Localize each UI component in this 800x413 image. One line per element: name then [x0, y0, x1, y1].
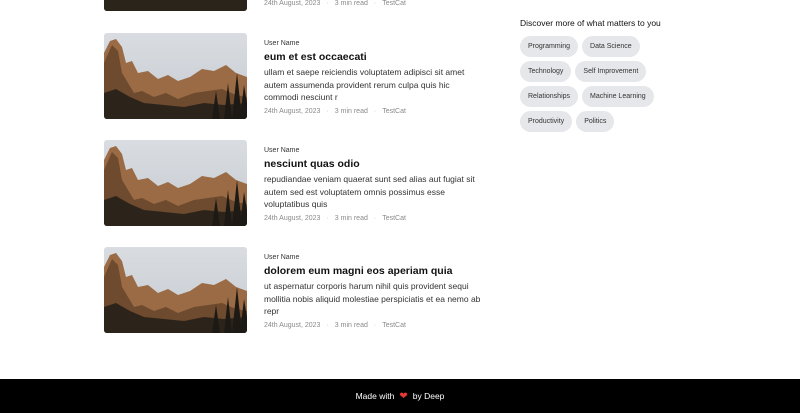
read-time: 3 min read [334, 107, 368, 115]
post-meta: 24th August, 2023 · 3 min read · TestCat [264, 214, 484, 224]
post-feed: 24th August, 2023 · 3 min read · TestCat [0, 0, 800, 379]
read-time: 3 min read [334, 214, 368, 222]
post-meta: 24th August, 2023 · 3 min read · TestCat [264, 107, 484, 117]
separator-dot: · [326, 321, 329, 329]
post-title[interactable]: dolorem eum magni eos aperiam quia [264, 264, 484, 278]
post-category[interactable]: TestCat [382, 107, 406, 117]
post-content: User Name eum et est occaecati ullam et … [264, 33, 484, 117]
read-time: 3 min read [334, 0, 368, 7]
heart-icon: ❤ [399, 390, 408, 402]
partial-post[interactable]: 24th August, 2023 · 3 min read · TestCat [104, 0, 484, 12]
separator-dot: · [326, 107, 329, 115]
mountain-image [104, 0, 247, 11]
post-category[interactable]: TestCat [382, 321, 406, 331]
post-excerpt: ut aspernatur corporis harum nihil quis … [264, 281, 481, 316]
post-date: 24th August, 2023 [264, 0, 321, 7]
footer-prefix: Made with [355, 391, 395, 401]
separator-dot: · [373, 107, 377, 115]
post-category[interactable]: TestCat [382, 214, 406, 224]
author-name[interactable]: User Name [264, 253, 484, 262]
post-thumbnail[interactable] [104, 140, 247, 226]
post-date: 24th August, 2023 [264, 214, 321, 222]
sidebar-title: Discover more of what matters to you [520, 18, 661, 28]
post-card[interactable]: User Name dolorem eum magni eos aperiam … [104, 247, 484, 333]
post-card[interactable]: User Name eum et est occaecati ullam et … [104, 33, 484, 119]
topic-chip-data-science[interactable]: Data Science [582, 36, 640, 57]
site-footer: Made with ❤ by Deep [0, 379, 800, 413]
post-title[interactable]: nesciunt quas odio [264, 157, 484, 171]
post-card[interactable]: User Name nesciunt quas odio repudiandae… [104, 140, 484, 226]
author-name[interactable]: User Name [264, 39, 484, 48]
post-excerpt: repudiandae veniam quaerat sunt sed alia… [264, 174, 475, 209]
post-thumbnail[interactable] [104, 33, 247, 119]
topic-chip-machine-learning[interactable]: Machine Learning [582, 86, 654, 107]
post-content: User Name nesciunt quas odio repudiandae… [264, 140, 484, 224]
author-name[interactable]: User Name [264, 146, 484, 155]
separator-dot: · [326, 0, 329, 7]
post-date: 24th August, 2023 [264, 321, 321, 329]
topic-list: Programming Data Science Technology Self… [520, 36, 690, 132]
mountain-image [104, 247, 247, 333]
post-meta: 24th August, 2023 · 3 min read · TestCat [264, 0, 406, 9]
separator-dot: · [373, 321, 377, 329]
post-content: User Name dolorem eum magni eos aperiam … [264, 247, 484, 331]
mountain-image [104, 33, 247, 119]
topic-chip-self-improvement[interactable]: Self Improvement [575, 61, 647, 82]
topics-sidebar: Discover more of what matters to you Pro… [520, 17, 700, 132]
topic-chip-programming[interactable]: Programming [520, 36, 579, 57]
footer-suffix: by Deep [412, 391, 445, 401]
topic-chip-technology[interactable]: Technology [520, 61, 572, 82]
post-meta: 24th August, 2023 · 3 min read · TestCat [264, 321, 484, 331]
mountain-image [104, 140, 247, 226]
separator-dot: · [373, 0, 377, 7]
post-category[interactable]: TestCat [382, 0, 406, 9]
topic-chip-politics[interactable]: Politics [576, 111, 615, 132]
separator-dot: · [326, 214, 329, 222]
post-title[interactable]: eum et est occaecati [264, 50, 484, 64]
read-time: 3 min read [334, 321, 368, 329]
separator-dot: · [373, 214, 377, 222]
topic-chip-relationships[interactable]: Relationships [520, 86, 579, 107]
post-date: 24th August, 2023 [264, 107, 321, 115]
topic-chip-productivity[interactable]: Productivity [520, 111, 573, 132]
post-thumbnail[interactable] [104, 247, 247, 333]
post-thumbnail[interactable] [104, 0, 247, 11]
post-excerpt: ullam et saepe reiciendis voluptatem adi… [264, 67, 465, 102]
